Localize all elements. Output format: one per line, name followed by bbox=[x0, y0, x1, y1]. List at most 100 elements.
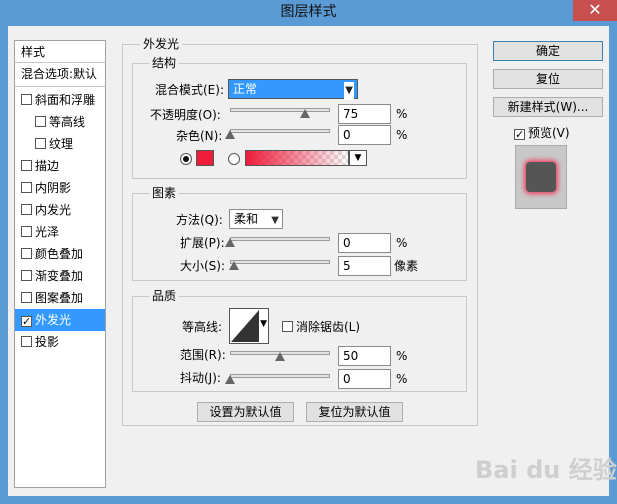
effect-label: 描边 bbox=[35, 159, 60, 173]
size-slider-handle[interactable] bbox=[229, 261, 239, 270]
contour-preview-icon bbox=[231, 310, 259, 342]
effect-checkbox[interactable] bbox=[21, 94, 32, 105]
window-border-bottom bbox=[0, 496, 617, 504]
range-input[interactable]: 50 bbox=[338, 346, 391, 366]
chevron-down-icon: ▼ bbox=[260, 319, 267, 329]
blend-mode-label: 混合模式(E): bbox=[155, 83, 224, 97]
chevron-down-icon: ▼ bbox=[344, 82, 354, 100]
ok-button[interactable]: 确定 bbox=[493, 41, 603, 61]
effect-checkbox[interactable] bbox=[35, 138, 46, 149]
effect-label: 内阴影 bbox=[35, 181, 72, 195]
glow-color-swatch[interactable] bbox=[196, 150, 214, 166]
effect-label: 纹理 bbox=[49, 137, 74, 151]
effect-item[interactable]: 纹理 bbox=[15, 133, 105, 155]
effect-label: 斜面和浮雕 bbox=[35, 93, 96, 107]
preview-toggle[interactable]: ✓ 预览(V) bbox=[514, 124, 604, 140]
size-input[interactable]: 5 bbox=[338, 256, 391, 276]
effect-item[interactable]: 投影 bbox=[15, 331, 105, 353]
range-slider-handle[interactable] bbox=[275, 352, 285, 361]
preview-thumbnail bbox=[515, 145, 567, 209]
reset-default-button[interactable]: 复位为默认值 bbox=[306, 402, 403, 422]
noise-slider-handle[interactable] bbox=[225, 130, 235, 139]
spread-slider-handle[interactable] bbox=[225, 238, 235, 247]
preview-checkbox[interactable]: ✓ bbox=[514, 129, 525, 140]
percent-unit: % bbox=[396, 107, 408, 121]
jitter-label: 抖动(J): bbox=[180, 371, 221, 385]
blend-mode-select[interactable]: 正常 ▼ bbox=[228, 79, 358, 100]
antialias-checkbox[interactable] bbox=[282, 321, 293, 332]
effect-label: 外发光 bbox=[35, 313, 72, 327]
opacity-input[interactable]: 75 bbox=[338, 104, 391, 124]
outer-glow-title: 外发光 bbox=[140, 37, 183, 51]
noise-slider[interactable] bbox=[230, 129, 330, 133]
jitter-slider[interactable] bbox=[230, 374, 330, 378]
preview-swatch bbox=[526, 162, 556, 192]
close-button[interactable]: ✕ bbox=[573, 0, 617, 21]
gradient-radio[interactable] bbox=[228, 153, 240, 165]
spread-input[interactable]: 0 bbox=[338, 233, 391, 253]
jitter-input[interactable]: 0 bbox=[338, 369, 391, 389]
window-border-left bbox=[0, 26, 8, 504]
contour-picker[interactable]: ▼ bbox=[229, 308, 269, 344]
window-border-right bbox=[609, 26, 617, 504]
effect-item[interactable]: 光泽 bbox=[15, 221, 105, 243]
effect-checkbox[interactable] bbox=[21, 336, 32, 347]
effect-checkbox[interactable] bbox=[35, 116, 46, 127]
solid-color-radio[interactable] bbox=[180, 153, 192, 165]
noise-input[interactable]: 0 bbox=[338, 125, 391, 145]
effect-item[interactable]: 图案叠加 bbox=[15, 287, 105, 309]
opacity-label: 不透明度(O): bbox=[150, 108, 221, 122]
percent-unit: % bbox=[396, 128, 408, 142]
set-default-button[interactable]: 设置为默认值 bbox=[197, 402, 294, 422]
effect-item[interactable]: 描边 bbox=[15, 155, 105, 177]
effect-label: 内发光 bbox=[35, 203, 72, 217]
pixel-unit: 像素 bbox=[394, 259, 419, 273]
percent-unit: % bbox=[396, 236, 408, 250]
percent-unit: % bbox=[396, 372, 408, 386]
effect-checkbox[interactable] bbox=[21, 160, 32, 171]
size-label: 大小(S): bbox=[180, 259, 226, 273]
opacity-slider-handle[interactable] bbox=[300, 109, 310, 118]
style-list-header: 样式 bbox=[21, 45, 46, 59]
effect-checkbox[interactable] bbox=[21, 270, 32, 281]
structure-title: 结构 bbox=[149, 56, 180, 70]
effect-label: 颜色叠加 bbox=[35, 247, 84, 261]
effect-checkbox[interactable] bbox=[21, 292, 32, 303]
method-value: 柔和 bbox=[234, 212, 259, 226]
new-style-button[interactable]: 新建样式(W)... bbox=[493, 97, 603, 117]
effect-label: 渐变叠加 bbox=[35, 269, 84, 283]
spread-slider[interactable] bbox=[230, 237, 330, 241]
blend-options-item[interactable]: 混合选项:默认 bbox=[15, 63, 105, 85]
preview-label: 预览(V) bbox=[528, 126, 570, 140]
quality-title: 品质 bbox=[149, 289, 180, 303]
effect-item[interactable]: ✓ 外发光 bbox=[15, 309, 105, 331]
effect-checkbox[interactable]: ✓ bbox=[21, 316, 32, 327]
effect-label: 光泽 bbox=[35, 225, 60, 239]
jitter-slider-handle[interactable] bbox=[225, 375, 235, 384]
effect-label: 投影 bbox=[35, 335, 60, 349]
range-label: 范围(R): bbox=[180, 348, 226, 362]
spread-label: 扩展(P): bbox=[180, 236, 225, 250]
effect-item[interactable]: 等高线 bbox=[15, 111, 105, 133]
antialias-toggle[interactable]: 消除锯齿(L) bbox=[282, 318, 372, 334]
size-slider[interactable] bbox=[230, 260, 330, 264]
reset-button[interactable]: 复位 bbox=[493, 69, 603, 89]
effect-label: 图案叠加 bbox=[35, 291, 84, 305]
effect-checkbox[interactable] bbox=[21, 248, 32, 259]
gradient-dropdown-arrow-icon[interactable]: ▼ bbox=[349, 150, 367, 166]
effect-item[interactable]: 颜色叠加 bbox=[15, 243, 105, 265]
watermark-logo: Bai du 经验 bbox=[475, 456, 617, 484]
effect-item[interactable]: 内阴影 bbox=[15, 177, 105, 199]
effect-checkbox[interactable] bbox=[21, 204, 32, 215]
opacity-slider[interactable] bbox=[230, 108, 330, 112]
effect-checkbox[interactable] bbox=[21, 226, 32, 237]
method-label: 方法(Q): bbox=[176, 213, 223, 227]
method-select[interactable]: 柔和 ▼ bbox=[229, 209, 283, 229]
chevron-down-icon: ▼ bbox=[271, 215, 279, 226]
effect-item[interactable]: 斜面和浮雕 bbox=[15, 89, 105, 111]
glow-gradient-swatch[interactable] bbox=[245, 150, 349, 166]
effect-checkbox[interactable] bbox=[21, 182, 32, 193]
effect-item[interactable]: 渐变叠加 bbox=[15, 265, 105, 287]
effect-label: 等高线 bbox=[49, 115, 86, 129]
effect-item[interactable]: 内发光 bbox=[15, 199, 105, 221]
